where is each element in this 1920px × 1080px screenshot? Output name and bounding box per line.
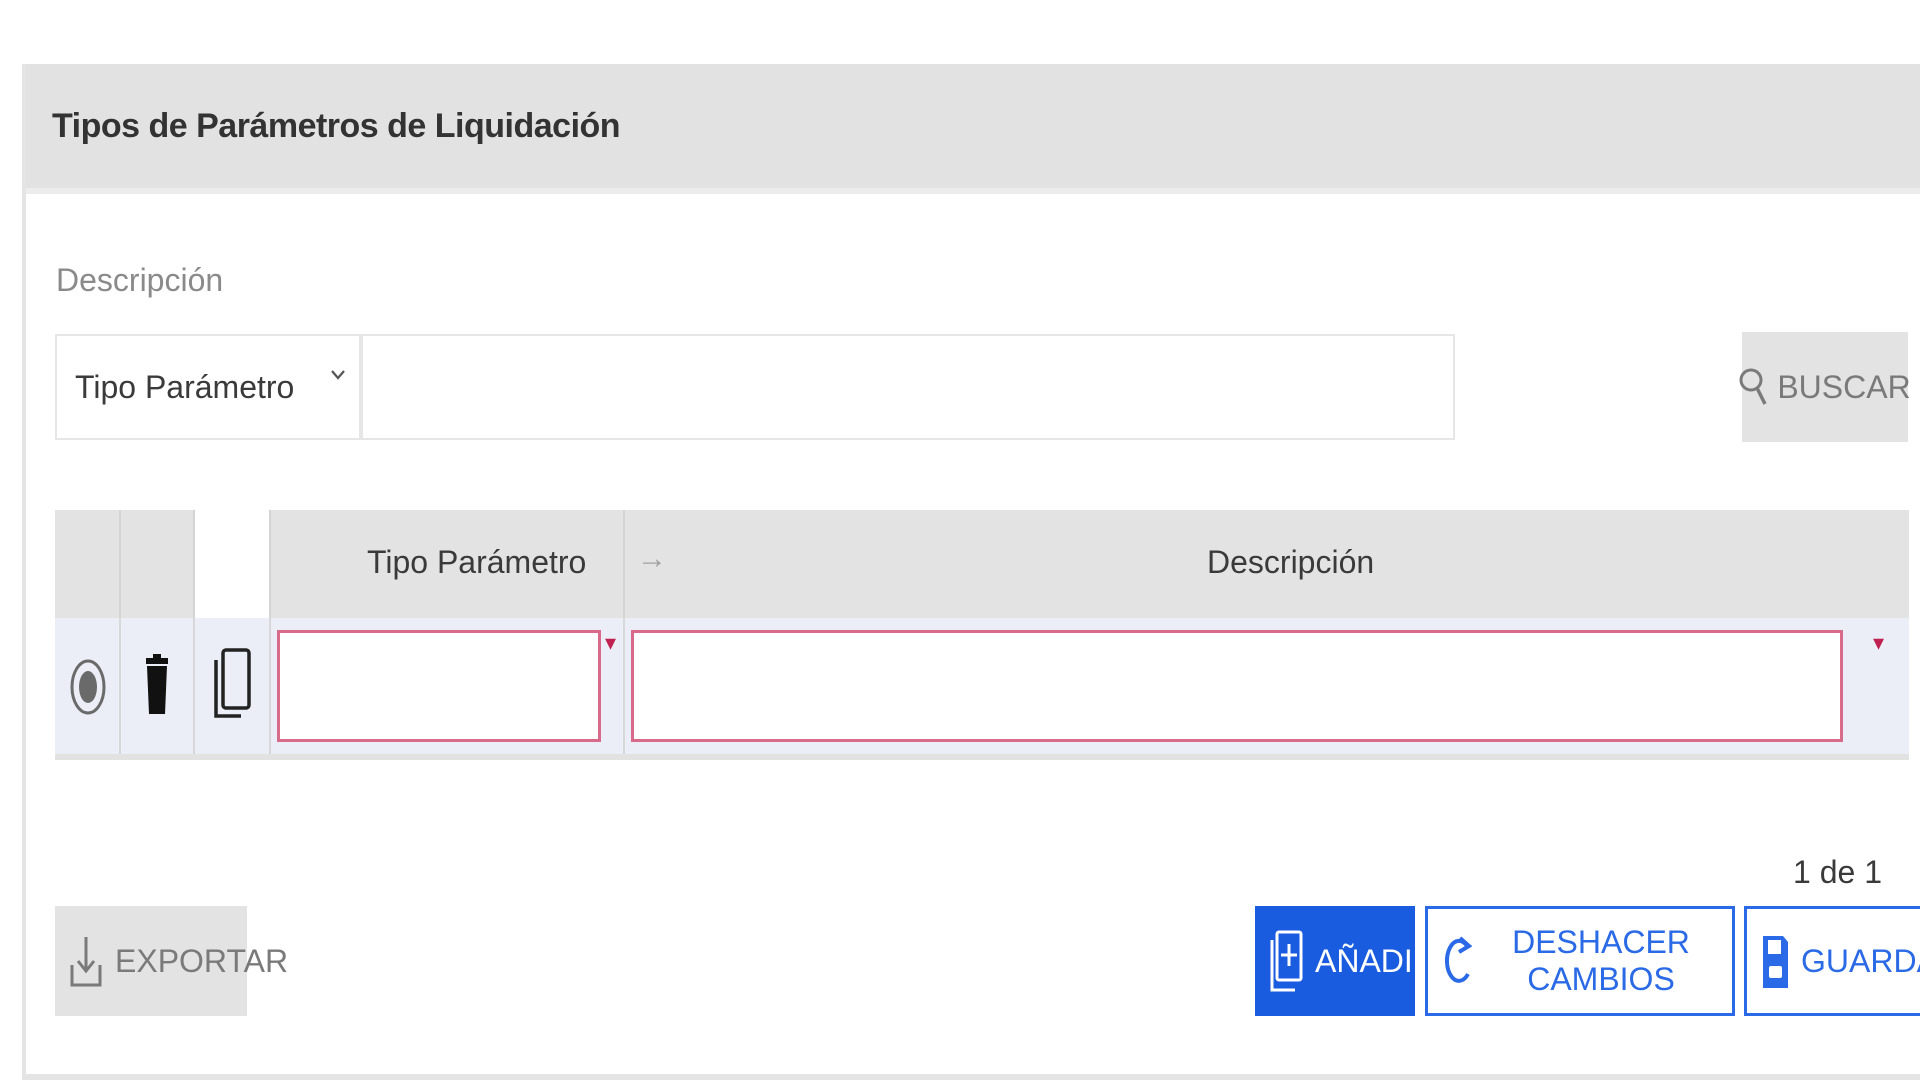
add-button-label: AÑADIR [1315, 942, 1436, 979]
header-tipo-parametro[interactable]: Tipo Parámetro [271, 510, 625, 618]
tipo-parametro-input[interactable] [277, 630, 601, 742]
required-marker-icon: ▾ [605, 630, 617, 655]
radio-selected-icon[interactable] [69, 656, 107, 718]
save-button-label: GUARDAR [1801, 942, 1920, 979]
filter-field-select-value: Tipo Parámetro [75, 368, 295, 405]
save-icon [1761, 932, 1789, 990]
search-button-label: BUSCAR [1777, 368, 1911, 405]
grid-header: Tipo Parámetro → Descripción [55, 510, 1909, 618]
undo-changes-button-label: DESHACER CAMBIOS [1512, 924, 1690, 997]
chevron-down-icon [331, 370, 345, 380]
settlement-parameter-types-panel: Tipos de Parámetros de Liquidación Descr… [22, 64, 1920, 1080]
download-icon [69, 933, 103, 989]
refresh-icon [1442, 934, 1472, 988]
add-icon [1269, 928, 1303, 994]
search-icon [1739, 366, 1767, 408]
export-button[interactable]: EXPORTAR [55, 906, 288, 1016]
panel-title: Tipos de Parámetros de Liquidación [52, 106, 621, 145]
row-descripcion-cell: ▾ [625, 618, 1909, 754]
trash-icon[interactable] [143, 654, 171, 716]
export-button-label: EXPORTAR [115, 942, 289, 979]
row-copy-cell[interactable] [195, 618, 271, 754]
row-select-cell[interactable] [55, 618, 121, 754]
pagination-indicator: 1 de 1 [1793, 854, 1882, 890]
save-button[interactable]: GUARDAR [1744, 906, 1920, 1016]
copy-icon[interactable] [211, 648, 253, 720]
undo-changes-button[interactable]: DESHACER CAMBIOS [1425, 906, 1735, 1016]
filter-label: Descripción [56, 262, 224, 298]
search-button[interactable]: BUSCAR [1739, 332, 1911, 442]
filter-field-select[interactable]: Tipo Parámetro [55, 334, 361, 440]
header-copy-column [195, 510, 271, 618]
filter-text-input[interactable] [361, 334, 1455, 440]
row-delete-cell[interactable] [121, 618, 195, 754]
required-marker-icon: ▾ [1873, 630, 1885, 655]
add-button[interactable]: AÑADIR [1255, 906, 1436, 1016]
panel-header: Tipos de Parámetros de Liquidación [26, 64, 1920, 194]
table-row: ▾ ▾ [55, 618, 1909, 760]
header-tipo-parametro-label: Tipo Parámetro [367, 544, 587, 580]
descripcion-input[interactable] [631, 630, 1843, 742]
header-delete-column [121, 510, 195, 618]
row-tipo-parametro-cell: ▾ [271, 618, 625, 754]
header-descripcion-label: Descripción [1207, 544, 1375, 580]
data-grid: Tipo Parámetro → Descripción ▾ ▾ [55, 510, 1909, 760]
header-descripcion[interactable]: Descripción [625, 510, 1909, 618]
header-select-column [55, 510, 121, 618]
